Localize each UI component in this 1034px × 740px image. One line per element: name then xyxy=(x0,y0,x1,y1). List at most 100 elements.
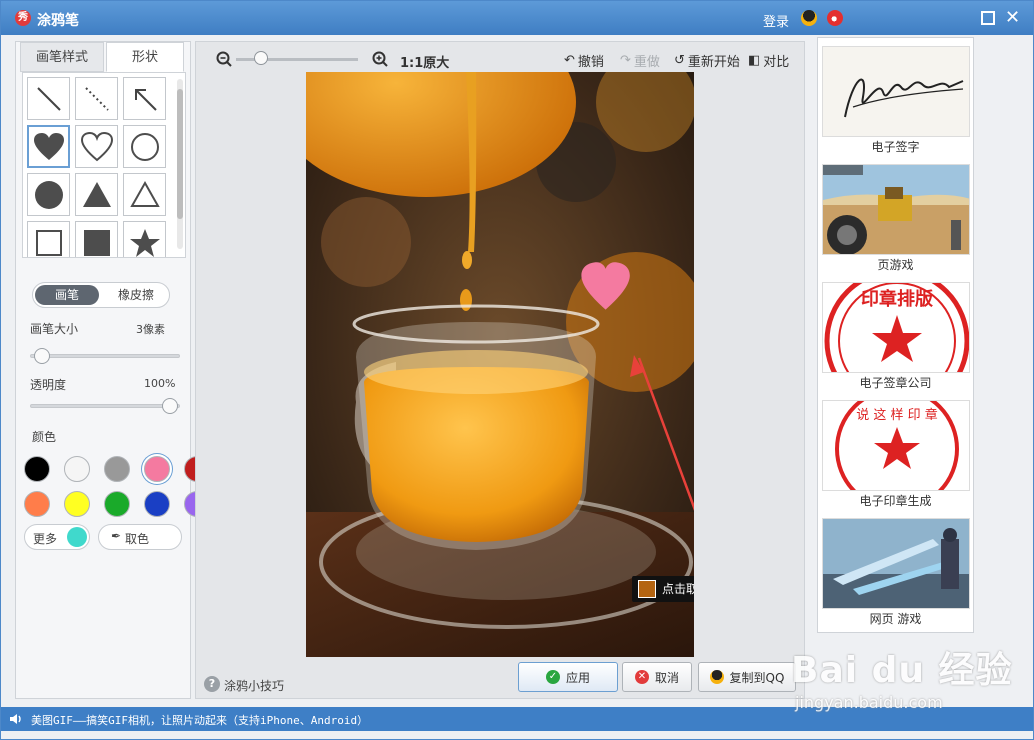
circle-outline-shape[interactable] xyxy=(123,125,166,168)
ad-panel: 电子签字 页游戏 印章排版 电子签章公司 说 这 样 印 章 电子印章生成 网页… xyxy=(817,37,974,633)
undo-button[interactable]: ↶ 撤销 xyxy=(564,51,604,70)
square-outline-shape[interactable] xyxy=(27,221,70,257)
undo-icon: ↶ xyxy=(564,53,575,68)
check-icon: ✓ xyxy=(545,670,560,684)
color-swatch[interactable] xyxy=(64,491,90,517)
opacity-slider[interactable] xyxy=(30,404,180,408)
opacity-label: 透明度 xyxy=(30,378,67,392)
color-swatch[interactable] xyxy=(104,456,130,482)
triangle-outline-shape[interactable] xyxy=(123,173,166,216)
mode-toggle: 画笔 橡皮擦 xyxy=(32,282,170,308)
more-colors-label: 更多 xyxy=(33,532,58,546)
line-shape[interactable] xyxy=(27,77,70,120)
watermark-url: jingyan.baidu.com xyxy=(795,693,943,712)
dotted-line-shape[interactable] xyxy=(75,77,118,120)
drawing-canvas[interactable]: 点击取色 xyxy=(306,72,694,657)
signature-thumbnail[interactable] xyxy=(822,46,970,137)
circle-filled-shape[interactable] xyxy=(27,173,70,216)
ad-caption-2[interactable]: 页游戏 xyxy=(818,256,973,273)
apply-button[interactable]: ✓ 应用 xyxy=(518,662,618,692)
login-link[interactable]: 登录 xyxy=(763,11,789,30)
opacity-knob[interactable] xyxy=(162,398,178,414)
restart-button[interactable]: ↺ 重新开始 xyxy=(674,51,740,70)
svg-text:印章排版: 印章排版 xyxy=(861,288,933,310)
color-label: 颜色 xyxy=(32,430,57,444)
shape-scrollbar[interactable] xyxy=(177,79,183,249)
restart-label: 重新开始 xyxy=(687,55,740,70)
redo-button[interactable]: ↷ 重做 xyxy=(620,51,660,70)
compare-icon: ◧ xyxy=(748,53,761,68)
more-colors-button[interactable]: 更多 xyxy=(24,524,90,550)
qq-icon xyxy=(709,670,724,684)
baidu-watermark: Bai du 经验 jingyan.baidu.com xyxy=(791,641,1013,712)
brush-size-knob[interactable] xyxy=(34,348,50,364)
picked-color-swatch xyxy=(638,580,656,598)
weibo-login-icon[interactable] xyxy=(827,10,843,26)
heart-outline-shape[interactable] xyxy=(75,125,118,168)
status-ad-text[interactable]: 美图GIF——搞笑GIF相机，让照片动起来（支持iPhone、Android） xyxy=(31,712,368,728)
mode-pen-button[interactable]: 画笔 xyxy=(35,285,99,305)
tab-shape[interactable]: 形状 xyxy=(106,42,184,72)
juice-photo xyxy=(306,72,694,657)
color-swatch[interactable] xyxy=(144,456,170,482)
ad-caption-4[interactable]: 电子印章生成 xyxy=(818,492,973,509)
close-button[interactable]: ✕ xyxy=(1005,9,1020,27)
tips-link[interactable]: 涂鸦小技巧 xyxy=(224,677,284,694)
shape-grid xyxy=(22,72,186,258)
qq-login-icon[interactable] xyxy=(801,10,817,26)
window-title: 涂鸦笔 xyxy=(37,13,79,29)
truck-game-thumbnail[interactable] xyxy=(822,164,970,255)
color-swatch[interactable] xyxy=(24,456,50,482)
undo-label: 撤销 xyxy=(577,55,604,70)
editor-panel: 1:1原大 ↶ 撤销 ↷ 重做 ↺ 重新开始 ◧ 对比 点击取 ? 涂鸦小技巧 … xyxy=(195,41,805,699)
ad-caption-5[interactable]: 网页 游戏 xyxy=(818,610,973,627)
compare-button[interactable]: ◧ 对比 xyxy=(748,51,789,70)
brush-size-slider[interactable] xyxy=(30,354,180,358)
zoom-out-icon[interactable] xyxy=(216,51,232,67)
maximize-button[interactable] xyxy=(981,11,995,25)
color-swatch[interactable] xyxy=(24,491,50,517)
compare-label: 对比 xyxy=(763,55,790,70)
color-picker-label: 取色 xyxy=(125,532,150,546)
zoom-level[interactable]: 1:1原大 xyxy=(400,52,449,71)
color-picker-button[interactable]: ✒ 取色 xyxy=(98,524,182,550)
star-shape[interactable] xyxy=(123,221,166,257)
red-seal-thumbnail[interactable]: 印章排版 xyxy=(822,282,970,373)
restart-icon: ↺ xyxy=(674,53,685,68)
cancel-icon: ✕ xyxy=(634,670,649,684)
heart-filled-shape[interactable] xyxy=(27,125,70,168)
opacity-value: 100% xyxy=(144,377,176,390)
ad-caption-3[interactable]: 电子签章公司 xyxy=(818,374,973,391)
zoom-in-icon[interactable] xyxy=(372,51,388,67)
cancel-label: 取消 xyxy=(654,670,679,685)
color-swatch[interactable] xyxy=(104,491,130,517)
title-bar: 秀 涂鸦笔 登录 ✕ xyxy=(1,1,1033,35)
mode-eraser-button[interactable]: 橡皮擦 xyxy=(105,285,167,305)
tool-panel: 画笔样式 形状 画笔 橡皮擦 画笔大小 3像素 透明度 100% 颜色 更多 ✒… xyxy=(15,41,210,699)
pick-color-tooltip: 点击取色 xyxy=(632,576,694,602)
help-icon[interactable]: ? xyxy=(204,676,220,692)
scrollbar-thumb[interactable] xyxy=(177,89,183,219)
tab-brush-style[interactable]: 画笔样式 xyxy=(20,42,104,72)
watermark-logo: Bai du 经验 xyxy=(791,650,1013,691)
eyedropper-icon: ✒ xyxy=(111,529,122,543)
fantasy-game-thumbnail[interactable] xyxy=(822,518,970,609)
copy-to-qq-button[interactable]: 复制到QQ xyxy=(698,662,796,692)
ad-caption-1[interactable]: 电子签字 xyxy=(818,138,973,155)
square-filled-shape[interactable] xyxy=(75,221,118,257)
zoom-slider-knob[interactable] xyxy=(254,51,268,65)
redo-icon: ↷ xyxy=(620,53,631,68)
arrow-shape[interactable] xyxy=(123,77,166,120)
cancel-button[interactable]: ✕ 取消 xyxy=(622,662,692,692)
redo-label: 重做 xyxy=(633,55,660,70)
brush-size-value: 3像素 xyxy=(136,323,165,336)
speaker-icon xyxy=(10,714,21,724)
apply-label: 应用 xyxy=(565,670,590,685)
app-window: 秀 涂鸦笔 登录 ✕ 画笔样式 形状 画笔 橡皮擦 画笔大小 3像素 透明度 1… xyxy=(0,0,1034,740)
more-color-swatch xyxy=(67,527,87,547)
red-stamp-thumbnail[interactable]: 说 这 样 印 章 xyxy=(822,400,970,491)
pick-color-tooltip-text: 点击取色 xyxy=(662,582,694,596)
color-swatch[interactable] xyxy=(144,491,170,517)
color-swatch[interactable] xyxy=(64,456,90,482)
triangle-filled-shape[interactable] xyxy=(75,173,118,216)
